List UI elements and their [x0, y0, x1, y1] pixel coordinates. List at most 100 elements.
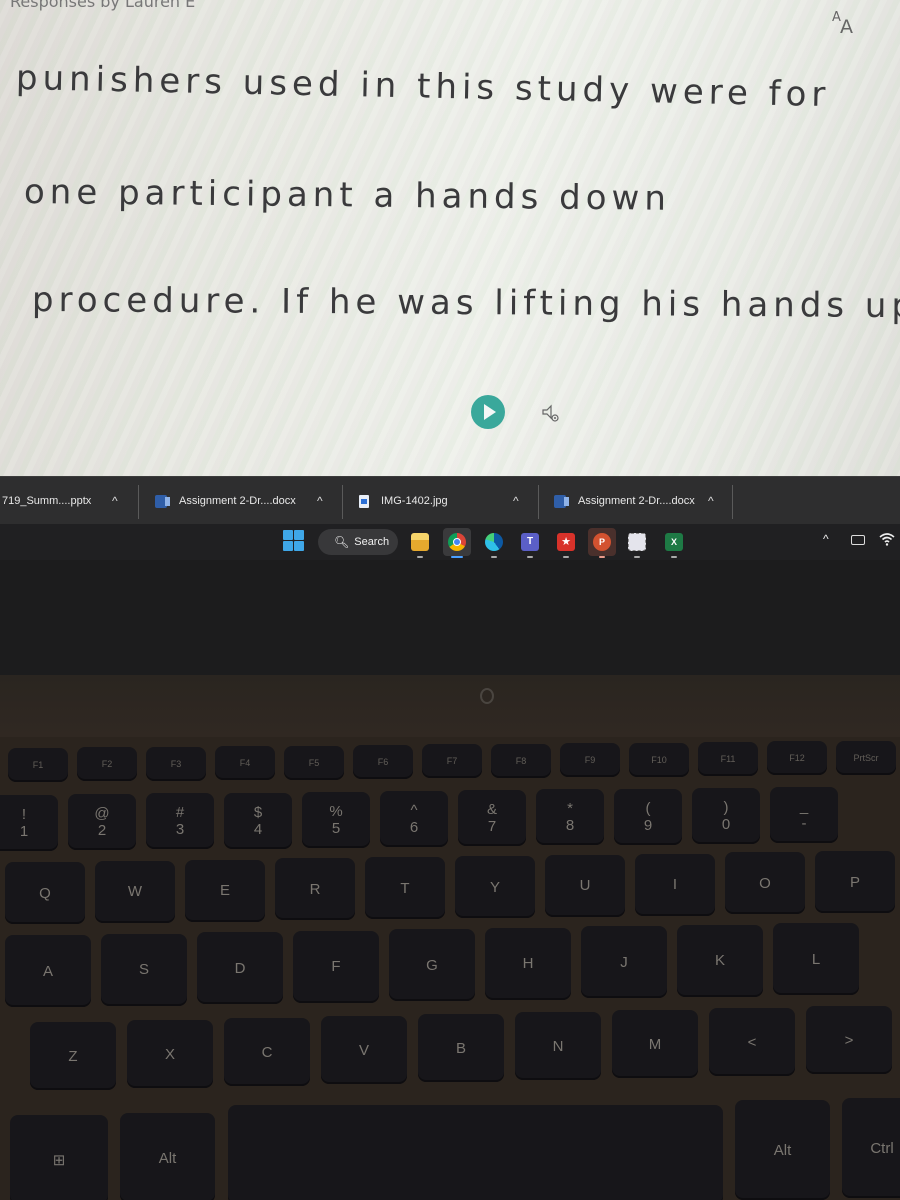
key-legend: N [552, 1037, 564, 1055]
download-item[interactable]: IMG-1402.jpg [359, 485, 448, 517]
taskbar-app-powerpoint[interactable]: P [588, 528, 616, 558]
key-h[interactable]: H [485, 927, 571, 1000]
key-m[interactable]: M [612, 1010, 698, 1078]
key-f6[interactable]: F6 [353, 745, 413, 779]
key-k[interactable]: K [677, 924, 763, 997]
key-alt-right[interactable]: Alt [735, 1100, 830, 1200]
key-legend: F2 [101, 759, 113, 770]
key-p[interactable]: P [815, 851, 895, 914]
speaker-settings-button[interactable] [540, 402, 562, 424]
keyboard-icon[interactable] [851, 535, 865, 545]
key-2[interactable]: @2 [68, 794, 136, 851]
key-u[interactable]: U [545, 854, 625, 917]
key-windows[interactable]: ⊞ [10, 1115, 108, 1200]
key-f9[interactable]: F9 [560, 743, 620, 778]
play-button[interactable] [471, 395, 505, 429]
key-7[interactable]: & 7 [458, 790, 526, 847]
key-s[interactable]: S [101, 933, 187, 1006]
key-3[interactable]: #3 [146, 793, 214, 850]
key-legend: * [567, 800, 573, 818]
taskbar-app-snipping-tool[interactable] [623, 528, 651, 558]
key-v[interactable]: V [321, 1016, 407, 1084]
key-legend: F6 [377, 757, 389, 767]
divider [342, 485, 343, 519]
key-f2[interactable]: F2 [77, 747, 137, 782]
download-filename: Assignment 2-Dr....docx [179, 495, 296, 507]
key-y[interactable]: Y [455, 856, 535, 918]
wifi-icon[interactable] [879, 532, 895, 546]
key-legend: F9 [584, 755, 596, 766]
key-legend: & [486, 801, 497, 819]
key--[interactable]: _ - [770, 787, 838, 843]
key-i[interactable]: I [635, 853, 715, 916]
key-f1[interactable]: F1 [8, 748, 68, 782]
key-legend: ( [645, 799, 651, 817]
taskbar-search[interactable]: 🔍︎ Search [318, 529, 398, 555]
key-legend: Q [39, 884, 51, 902]
key-f7[interactable]: F7 [422, 744, 482, 779]
taskbar-app-teams[interactable]: T [516, 528, 544, 558]
key-f4[interactable]: F4 [215, 746, 275, 781]
taskbar-app-excel[interactable]: X [660, 528, 688, 558]
key-legend: B [455, 1039, 466, 1057]
key-q[interactable]: Q [5, 862, 85, 924]
key-x[interactable]: X [127, 1020, 213, 1088]
taskbar-app-acrobat[interactable]: ★ [552, 528, 580, 558]
taskbar-app-chrome[interactable] [443, 528, 471, 558]
show-hidden-icons-button[interactable]: ^ [823, 532, 829, 546]
key-f5[interactable]: F5 [284, 745, 344, 780]
key-0[interactable]: ) 0 [692, 787, 760, 844]
key-f[interactable]: F [293, 930, 379, 1003]
download-item[interactable]: Assignment 2-Dr....docx [155, 485, 296, 517]
download-item[interactable]: Assignment 2-Dr....docx [554, 485, 695, 517]
key-legend: E [219, 882, 230, 900]
key-g[interactable]: G [389, 929, 475, 1001]
key-8[interactable]: * 8 [536, 789, 604, 846]
key-w[interactable]: W [95, 860, 175, 923]
key-4[interactable]: $4 [224, 792, 292, 849]
key-6[interactable]: ^ 6 [380, 791, 448, 847]
key-f3[interactable]: F3 [146, 746, 206, 781]
key-legend: 4 [253, 820, 263, 838]
key-legend: H [522, 955, 534, 972]
webcam-icon [480, 688, 494, 704]
key-z[interactable]: Z [30, 1022, 116, 1090]
document-text-line: punishers used in this study were for [15, 58, 831, 116]
teams-icon: T [521, 533, 539, 551]
key-f11[interactable]: F11 [698, 742, 758, 776]
key-a[interactable]: A [5, 935, 91, 1007]
key-r[interactable]: R [275, 858, 355, 921]
key-prtscr[interactable]: PrtScr [836, 740, 896, 775]
key-t[interactable]: T [365, 857, 445, 920]
key-n[interactable]: N [515, 1012, 601, 1080]
running-indicator [491, 556, 497, 558]
key-1[interactable]: ! 1 [0, 795, 58, 851]
key-f10[interactable]: F10 [629, 742, 689, 777]
key-l[interactable]: L [773, 923, 859, 995]
key-f8[interactable]: F8 [491, 743, 551, 778]
taskbar: 🔍︎ Search T ★ P X ^ [0, 524, 900, 560]
key-d[interactable]: D [197, 932, 283, 1004]
key-legend: K [714, 952, 725, 969]
key-period[interactable]: > [806, 1006, 892, 1074]
key-space[interactable] [228, 1105, 723, 1200]
key-ctrl[interactable]: Ctrl [842, 1098, 900, 1198]
key-alt[interactable]: Alt [120, 1113, 215, 1200]
key-c[interactable]: C [224, 1018, 310, 1086]
key-j[interactable]: J [581, 926, 667, 998]
key-9[interactable]: (9 [614, 788, 682, 845]
text-size-button[interactable]: A A [830, 8, 858, 38]
key-b[interactable]: B [418, 1014, 504, 1082]
download-item[interactable]: 719_Summ....pptx [2, 485, 91, 517]
key-comma[interactable]: < [709, 1008, 795, 1076]
key-f12[interactable]: F12 [767, 741, 827, 776]
taskbar-app-edge[interactable] [480, 528, 508, 558]
start-button[interactable] [283, 530, 305, 552]
key-5[interactable]: % 5 [302, 791, 370, 848]
key-legend: F7 [446, 756, 458, 767]
taskbar-app-file-explorer[interactable] [406, 528, 434, 558]
key-legend: PrtScr [853, 752, 879, 763]
key-e[interactable]: E [185, 859, 265, 922]
key-legend: G [426, 956, 438, 974]
key-o[interactable]: O [725, 852, 805, 915]
